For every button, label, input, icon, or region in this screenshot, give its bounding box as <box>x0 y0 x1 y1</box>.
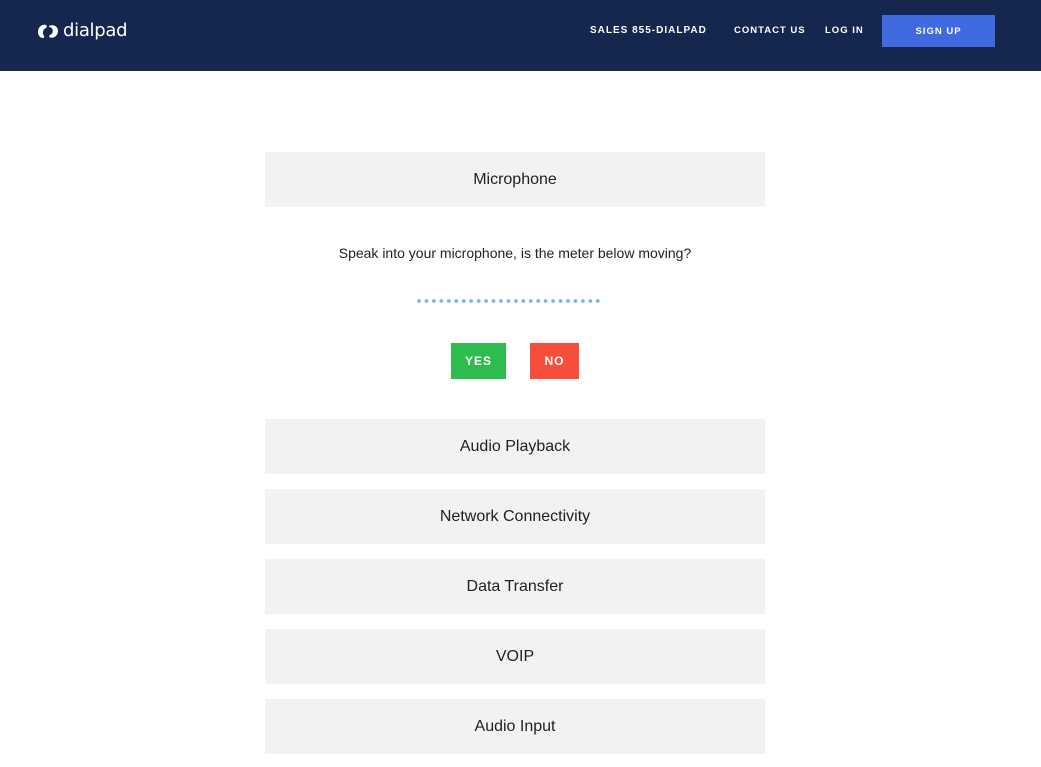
logo-wordmark: dialpad <box>63 20 128 41</box>
meter-dot <box>566 299 570 303</box>
section-header-voip[interactable]: VOIP <box>265 629 765 684</box>
meter-dot <box>521 299 526 303</box>
yes-button[interactable]: YES <box>451 343 506 379</box>
meter-dot <box>543 299 548 303</box>
log-in-link[interactable]: LOG IN <box>825 0 864 61</box>
meter-dot <box>432 299 436 303</box>
meter-dot <box>454 299 459 303</box>
section-header-audio-playback[interactable]: Audio Playback <box>265 419 765 474</box>
meter-dot <box>439 299 444 303</box>
microphone-prompt: Speak into your microphone, is the meter… <box>338 245 692 261</box>
meter-dot <box>595 299 600 303</box>
top-navigation-bar: dialpad SALES 855-DIALPAD CONTACT US LOG… <box>0 0 1041 71</box>
no-button[interactable]: NO <box>530 343 579 379</box>
meter-dot <box>573 299 578 303</box>
section-header-audio-input[interactable]: Audio Input <box>265 699 765 754</box>
meter-dot <box>491 299 496 303</box>
meter-dot <box>424 299 429 303</box>
sales-phone-link[interactable]: SALES 855-DIALPAD <box>590 0 707 61</box>
meter-dot <box>528 299 533 303</box>
meter-dot <box>446 299 451 303</box>
meter-dot <box>536 299 541 303</box>
sign-up-button[interactable]: SIGN UP <box>882 15 995 47</box>
meter-dot <box>551 299 555 303</box>
meter-dot <box>581 299 585 303</box>
meter-dot <box>417 299 421 303</box>
microphone-level-meter <box>417 299 600 303</box>
meter-dot <box>588 299 593 303</box>
section-header-network-connectivity[interactable]: Network Connectivity <box>265 489 765 544</box>
dialpad-logo-icon <box>38 24 58 39</box>
meter-dot <box>506 299 511 303</box>
contact-us-link[interactable]: CONTACT US <box>734 0 806 61</box>
section-header-data-transfer[interactable]: Data Transfer <box>265 559 765 614</box>
dialpad-logo[interactable]: dialpad <box>37 18 128 44</box>
meter-dot <box>499 299 503 303</box>
section-header-microphone[interactable]: Microphone <box>265 152 765 207</box>
meter-dot <box>476 299 481 303</box>
meter-dot <box>484 299 488 303</box>
meter-dot <box>558 299 563 303</box>
meter-dot <box>461 299 466 303</box>
meter-dot <box>469 299 474 303</box>
meter-dot <box>513 299 518 303</box>
